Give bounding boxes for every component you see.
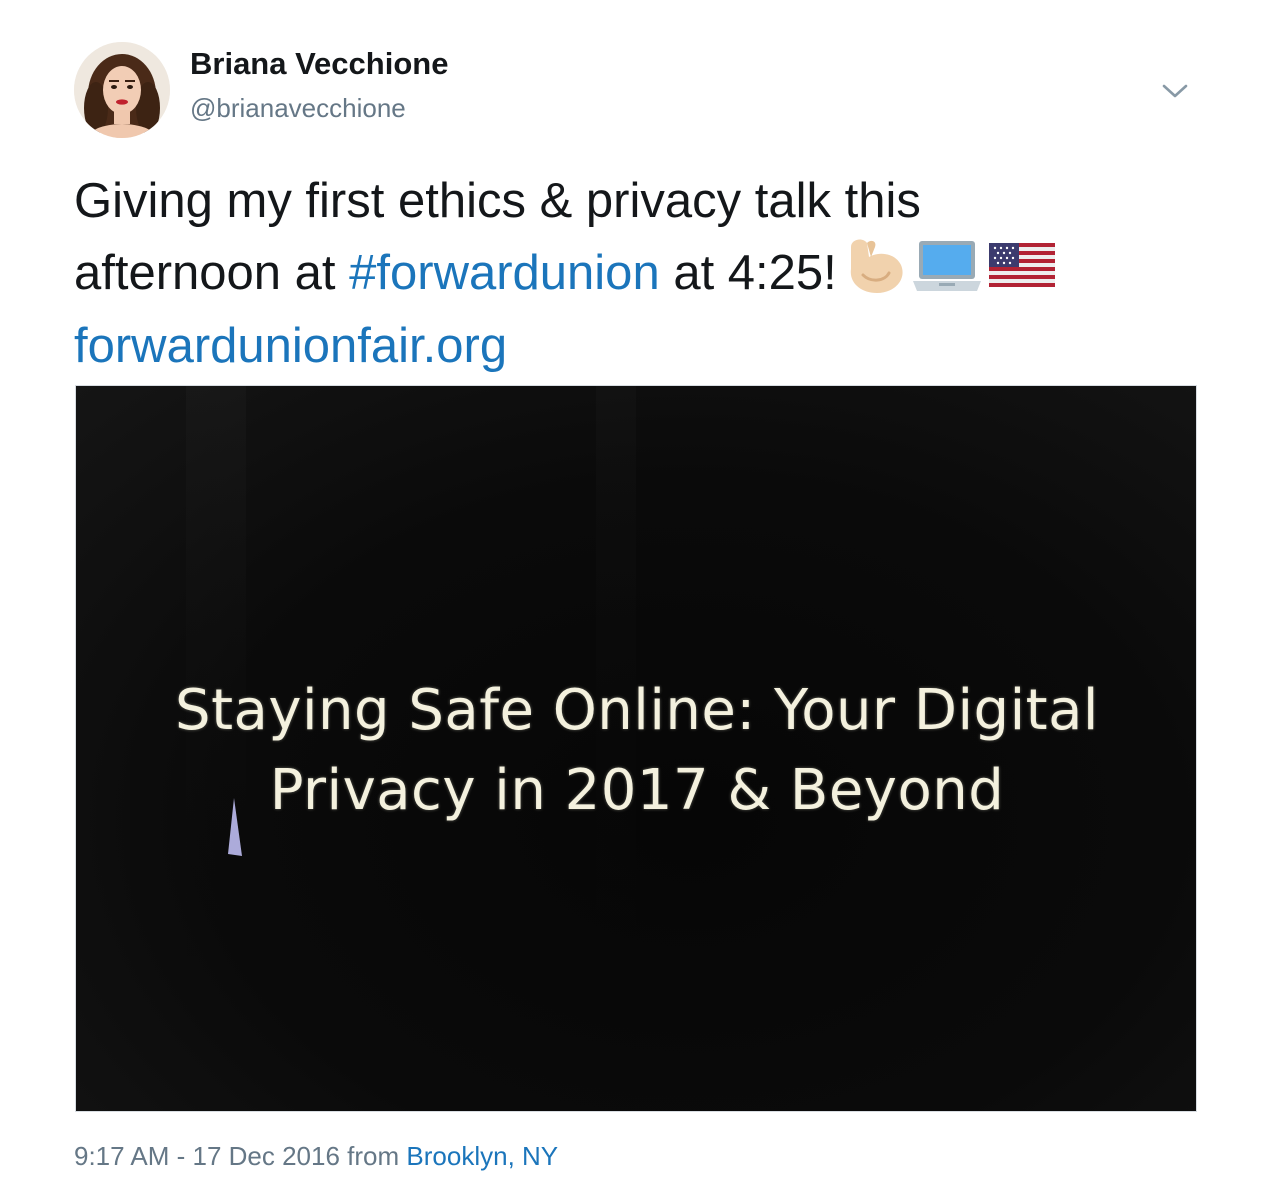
slide-title-line-2: Privacy in 2017 & Beyond — [269, 758, 1005, 823]
author-display-name[interactable]: Briana Vecchione — [190, 46, 448, 82]
slide-title: Staying Safe Online: Your Digital Privac… — [76, 671, 1196, 831]
slide-title-line-1: Staying Safe Online: Your Digital — [175, 678, 1099, 743]
us-flag-emoji — [987, 235, 1057, 313]
url-link[interactable]: forwardunionfair.org — [74, 319, 507, 373]
tweet-text-line-1: Giving my first ethics & privacy talk th… — [74, 174, 921, 228]
location-link[interactable]: Brooklyn, NY — [406, 1141, 558, 1171]
tweet-text-line-3: forwardunionfair.org — [74, 313, 1214, 380]
flexed-biceps-emoji — [841, 235, 907, 313]
tweet-text-prefix: afternoon at — [74, 246, 350, 300]
attached-photo[interactable]: Staying Safe Online: Your Digital Privac… — [75, 385, 1197, 1112]
tweet-meta: 9:17 AM - 17 Dec 2016 from Brooklyn, NY — [74, 1141, 558, 1172]
tweet-text-suffix: at 4:25! — [659, 246, 837, 300]
avatar[interactable] — [74, 42, 170, 138]
timestamp[interactable]: 9:17 AM - 17 Dec 2016 — [74, 1141, 340, 1171]
tweet-text-line-2: afternoon at #forwardunion at 4:25! — [74, 235, 1214, 313]
laptop-emoji — [911, 235, 983, 313]
avatar-photo — [74, 42, 170, 138]
tweet-text: Giving my first ethics & privacy talk th… — [74, 168, 1214, 380]
tweet-card: Briana Vecchione @brianavecchione Giving… — [0, 0, 1264, 1196]
author-handle[interactable]: @brianavecchione — [190, 93, 406, 124]
hashtag-link[interactable]: #forwardunion — [349, 246, 660, 300]
chevron-down-icon[interactable] — [1160, 80, 1190, 102]
from-label: from — [339, 1141, 407, 1171]
